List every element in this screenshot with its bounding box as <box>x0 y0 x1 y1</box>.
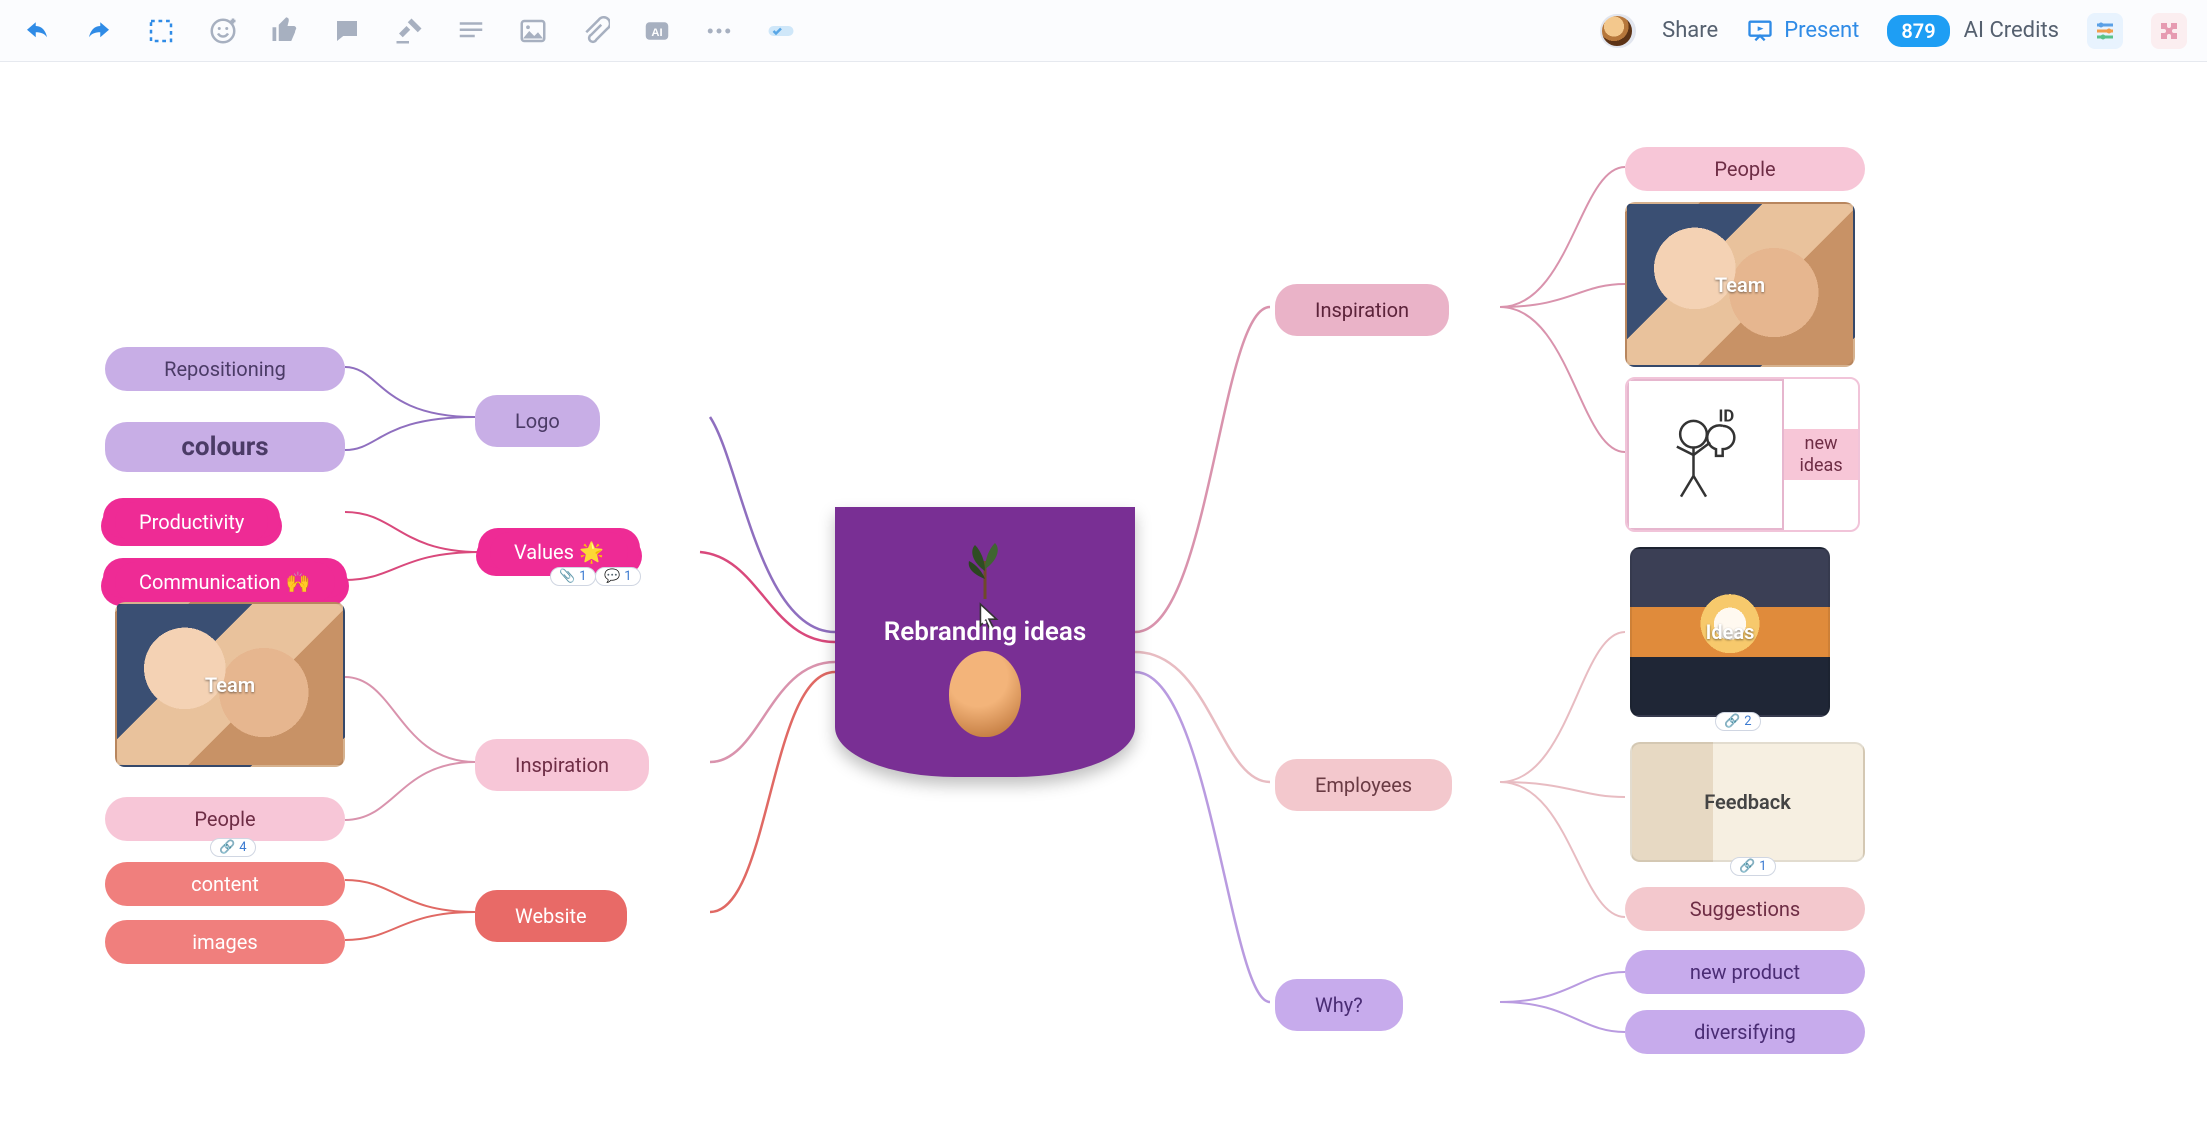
share-button[interactable]: Share <box>1662 18 1718 43</box>
credits-count: 879 <box>1887 15 1949 47</box>
node-team-right-label: Team <box>1715 273 1765 297</box>
more-icon[interactable] <box>702 14 736 48</box>
select-box-icon[interactable] <box>144 14 178 48</box>
central-title: Rebranding ideas <box>884 617 1086 647</box>
node-inspiration-left[interactable]: Inspiration <box>475 739 649 791</box>
puzzle-icon[interactable] <box>2151 13 2187 49</box>
feedback-badge[interactable]: 🔗1 <box>1730 857 1776 876</box>
new-ideas-graphic: ID <box>1627 379 1784 530</box>
node-repositioning[interactable]: Repositioning <box>105 347 345 391</box>
node-feedback[interactable]: Feedback <box>1630 742 1865 862</box>
present-label: Present <box>1784 18 1859 43</box>
ideas-badge[interactable]: 🔗2 <box>1715 712 1761 731</box>
node-new-ideas[interactable]: ID new ideas <box>1625 377 1860 532</box>
node-team-left-label: Team <box>205 673 255 697</box>
undo-icon[interactable] <box>20 14 54 48</box>
node-central[interactable]: Rebranding ideas <box>835 507 1135 777</box>
node-team-right[interactable]: Team <box>1625 202 1855 367</box>
mindmap-canvas[interactable]: Rebranding ideas Logo Repositioning colo… <box>0 62 2207 1148</box>
comment-icon[interactable] <box>330 14 364 48</box>
sliders-icon[interactable] <box>2087 13 2123 49</box>
node-communication[interactable]: Communication 🙌 <box>115 562 335 602</box>
new-ideas-label: new ideas <box>1784 429 1858 480</box>
node-images[interactable]: images <box>105 920 345 964</box>
ai-credits[interactable]: 879 AI Credits <box>1887 15 2059 47</box>
node-team-left[interactable]: Team <box>115 602 345 767</box>
emoji-icon[interactable] <box>206 14 240 48</box>
node-logo[interactable]: Logo <box>475 395 600 447</box>
notes-icon[interactable] <box>454 14 488 48</box>
central-leaf-graphic <box>955 541 1015 601</box>
thumbs-up-icon[interactable] <box>268 14 302 48</box>
avatar[interactable] <box>1600 14 1634 48</box>
attachment-icon[interactable] <box>578 14 612 48</box>
toolbar: AI Share Present 879 AI Credits <box>0 0 2207 62</box>
node-website[interactable]: Website <box>475 890 627 942</box>
node-feedback-label: Feedback <box>1704 790 1791 814</box>
central-egg-graphic <box>949 651 1021 737</box>
task-toggle-icon[interactable] <box>764 14 798 48</box>
node-diversifying[interactable]: diversifying <box>1625 1010 1865 1054</box>
node-values[interactable]: Values 🌟 <box>490 532 628 572</box>
gavel-icon[interactable] <box>392 14 426 48</box>
values-comment-badge[interactable]: 💬1 <box>595 567 641 586</box>
node-colours[interactable]: colours <box>105 422 345 472</box>
redo-icon[interactable] <box>82 14 116 48</box>
people-left-badge[interactable]: 🔗4 <box>210 838 256 857</box>
ai-icon[interactable]: AI <box>640 14 674 48</box>
values-attachment-badge[interactable]: 📎1 <box>550 567 596 586</box>
node-suggestions[interactable]: Suggestions <box>1625 887 1865 931</box>
svg-text:AI: AI <box>651 27 662 39</box>
node-why[interactable]: Why? <box>1275 979 1403 1031</box>
image-icon[interactable] <box>516 14 550 48</box>
node-productivity[interactable]: Productivity <box>115 502 268 542</box>
present-button[interactable]: Present <box>1746 17 1859 45</box>
node-inspiration-right[interactable]: Inspiration <box>1275 284 1449 336</box>
node-ideas[interactable]: Ideas <box>1630 547 1830 717</box>
svg-text:ID: ID <box>1718 407 1734 426</box>
node-ideas-label: Ideas <box>1706 620 1755 644</box>
node-new-product[interactable]: new product <box>1625 950 1865 994</box>
node-employees[interactable]: Employees <box>1275 759 1452 811</box>
node-people-right[interactable]: People <box>1625 147 1865 191</box>
present-icon <box>1746 17 1774 45</box>
node-people-left[interactable]: People <box>105 797 345 841</box>
credits-label: AI Credits <box>1964 18 2059 43</box>
node-content[interactable]: content <box>105 862 345 906</box>
